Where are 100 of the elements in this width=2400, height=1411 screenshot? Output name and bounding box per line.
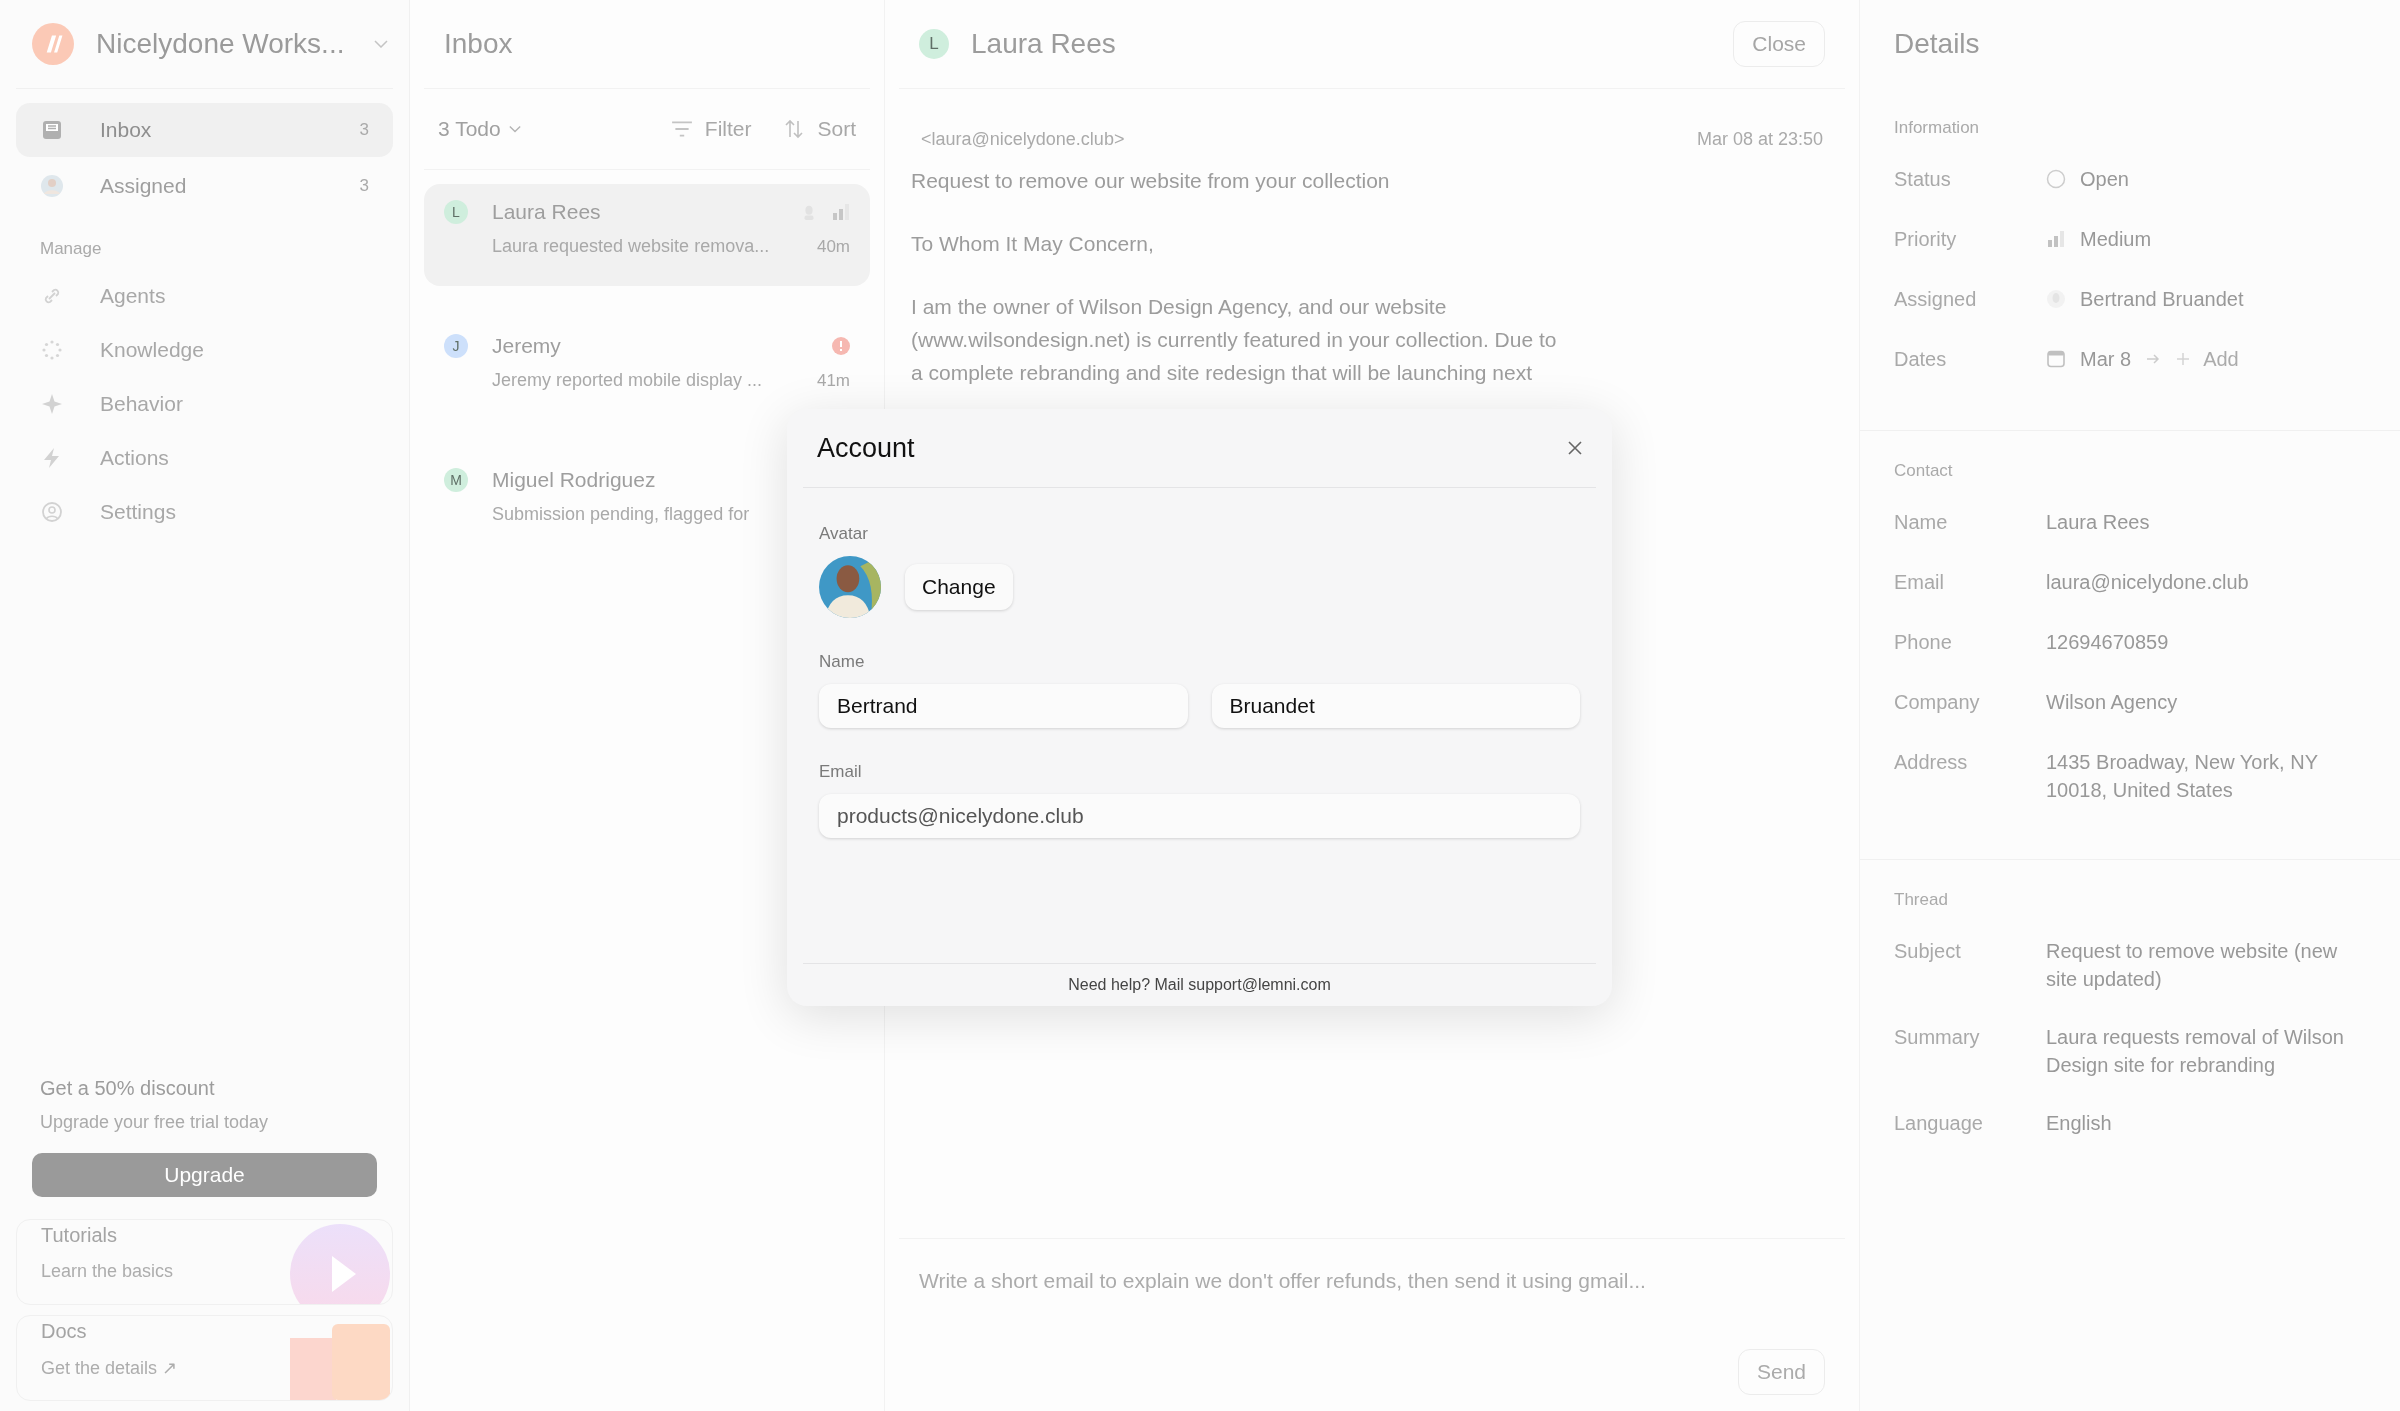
nav-item[interactable]: Knowledge [16,323,393,377]
inbox-title: Inbox [444,28,513,60]
field-value: 1435 Broadway, New York, NY 10018, United States [2046,750,2319,803]
message-body: I am the owner of Wilson Design Agency, and our website (www.wilsondesign.net) is currently featured in your collection. Due to a complete rebranding and site redesign that will be launching next [911,294,1558,386]
resource-card[interactable]: Docs Get the details ↗ [16,1315,393,1401]
field-value: Medium [2080,227,2152,252]
send-button[interactable]: Send [1737,1349,1825,1395]
settings-icon [40,500,64,524]
field-value: Request to remove website (new site updated) [2046,939,2339,992]
sender-name: Miguel Rodriguez [492,468,657,492]
message-subject: Request to remove our website from your collection [911,168,1391,194]
upgrade-button[interactable]: Upgrade [32,1153,377,1197]
add-date-button[interactable]: Add [2175,345,2239,373]
nav-item[interactable]: Assigned 3 [16,159,393,213]
field-label: Email [819,762,863,782]
field-label: Subject [1894,939,1962,964]
details-title: Details [1894,28,1980,60]
dots-icon [40,338,64,362]
change-button[interactable]: Change [905,564,1013,610]
message-preview: Submission pending, flagged for [492,504,751,525]
field-label: Avatar [819,524,869,544]
first-name-field[interactable]: Bertrand [819,684,1188,728]
message-preview: Jeremy reported mobile display ... [492,370,764,391]
conversation-item[interactable]: L Laura Rees Laura requested website remova... 40m [424,184,870,286]
nav-count: 3 [359,176,369,196]
nav-item[interactable]: Agents [16,269,393,323]
field-label: Email [1894,570,1945,595]
message-date: Mar 08 at 23:50 [1696,129,1823,150]
nav-item[interactable]: Inbox 3 [16,103,393,157]
email-field[interactable]: products@nicelydone.club [819,794,1580,838]
field-value: Open [2080,167,2129,192]
filter-icon [670,119,693,139]
field-value: Laura Rees [2046,510,2150,535]
field-label: Address [1894,750,1969,775]
field-label: Status [1894,167,1952,192]
resource-card[interactable]: Tutorials Learn the basics [16,1219,393,1305]
section-label: Thread [1894,890,1949,910]
initial-avatar: J [444,334,468,358]
initial-avatar: L [444,200,468,224]
initial-avatar: M [444,468,468,492]
nav-item[interactable]: Settings [16,485,393,539]
close-button[interactable]: Close [1733,21,1825,67]
field-label: Language [1894,1111,1984,1136]
field-value: English [2046,1111,2112,1136]
sort-icon [783,119,806,139]
nav-count: 3 [359,120,369,140]
status-circle-icon [2046,169,2066,189]
card-subtitle: Get the details ↗ [41,1356,179,1379]
card-title: Docs [41,1319,88,1343]
logo-icon [32,23,74,65]
field-label: Phone [1894,630,1953,655]
help-text: Need help? Mail support@lemni.com [1068,976,1331,994]
promo-subtitle: Upgrade your free trial today [39,1111,270,1134]
contact-name: Laura Rees [971,28,1116,60]
alert-icon [832,337,850,355]
nav-item[interactable]: Behavior [16,377,393,431]
close-icon[interactable] [1568,441,1582,455]
field-value: Mar 8 [2080,347,2132,372]
last-name-field[interactable]: Bruandet [1211,684,1580,728]
sort-button[interactable]: Sort [783,117,856,141]
field-label: Assigned [1894,287,1978,312]
message-preview: Laura requested website remova... [492,236,771,257]
initial-avatar: L [919,29,949,59]
field-value: laura@nicelydone.club [2046,570,2249,595]
sender-name: Laura Rees [492,200,602,224]
inbox-icon [40,118,64,142]
todo-dropdown[interactable]: 3 Todo [438,117,521,141]
filter-button[interactable]: Filter [670,117,752,141]
play-icon [288,1224,392,1304]
section-label: Information [1894,118,1981,138]
field-value: Bertrand Bruandet [2080,287,2244,312]
conversation-item[interactable]: J Jeremy Jeremy reported mobile display ... 41m [424,318,870,420]
card-title: Tutorials [41,1224,118,1247]
field-label: Name [1894,510,1949,535]
priority-icon [832,203,850,221]
avatar [40,174,64,198]
plus-icon [2175,351,2192,367]
field-value: Wilson Agency [2046,690,2178,715]
field-label: Priority [1894,227,1958,252]
person-icon [2046,289,2066,309]
sender-email: <laura@nicelydone.club> [921,129,1125,150]
field-label: Summary [1894,1025,1981,1050]
chevron-down-icon [508,125,521,133]
priority-icon [2046,229,2066,249]
reply-field[interactable]: Write a short email to explain we don't offer refunds, then send it using gmail... [919,1255,1825,1307]
message-greeting: To Whom It May Concern, [911,231,1155,257]
message-time: 41m [816,370,850,391]
field-label: Dates [1894,347,1948,372]
dialog-title: Account [817,432,915,464]
section-label: Manage [39,238,103,260]
promo-title: Get a 50% discount [39,1077,216,1100]
workspace-name[interactable]: Nicelydone Works... [96,28,345,60]
calendar-icon [2046,349,2066,369]
message-time: 40m [816,236,850,257]
sender-name: Jeremy [492,334,562,358]
field-label: Company [1894,690,1981,715]
field-value: Laura requests removal of Wilson Design site for rebranding [2046,1025,2345,1078]
nav-item[interactable]: Actions [16,431,393,485]
card-subtitle: Learn the basics [41,1261,175,1282]
field-value: 12694670859 [2046,630,2169,655]
